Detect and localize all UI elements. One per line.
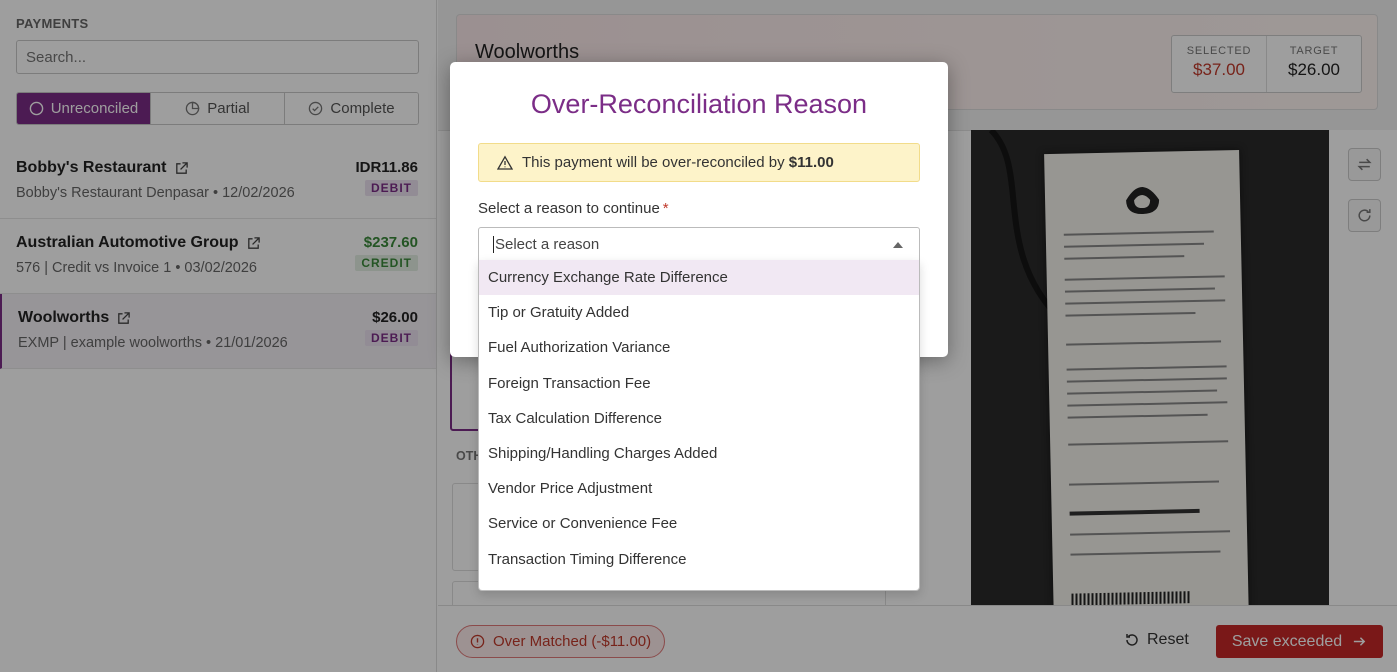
warning-triangle-icon	[497, 154, 513, 170]
reason-option[interactable]: Tax Calculation Difference	[479, 401, 919, 436]
reason-option[interactable]: Shipping/Handling Charges Added	[479, 436, 919, 471]
reason-option[interactable]: Foreign Transaction Fee	[479, 366, 919, 401]
caret-up-icon[interactable]	[893, 242, 903, 248]
required-marker: *	[662, 200, 669, 217]
reason-label-text: Select a reason to continue	[478, 200, 660, 217]
reason-option[interactable]: Service or Convenience Fee	[479, 506, 919, 541]
warning-text: This payment will be over-reconciled by	[522, 154, 785, 171]
reason-option[interactable]: Vendor Price Adjustment	[479, 471, 919, 506]
reason-option[interactable]: Fuel Authorization Variance	[479, 330, 919, 365]
warning-amount: $11.00	[788, 154, 834, 171]
reason-select[interactable]: Select a reason	[478, 227, 920, 261]
text-cursor	[493, 235, 494, 253]
select-placeholder: Select a reason	[495, 235, 600, 253]
reason-option[interactable]: Currency Exchange Rate Difference	[479, 260, 919, 296]
reason-field-label: Select a reason to continue *	[478, 200, 669, 217]
warning-banner: This payment will be over-reconciled by …	[478, 143, 920, 182]
reason-dropdown-list[interactable]: Currency Exchange Rate Difference Tip or…	[478, 260, 920, 591]
modal-title: Over-Reconciliation Reason	[530, 89, 868, 119]
reason-option[interactable]: Transaction Timing Difference	[479, 542, 919, 577]
reason-option[interactable]: Tip or Gratuity Added	[479, 295, 919, 330]
